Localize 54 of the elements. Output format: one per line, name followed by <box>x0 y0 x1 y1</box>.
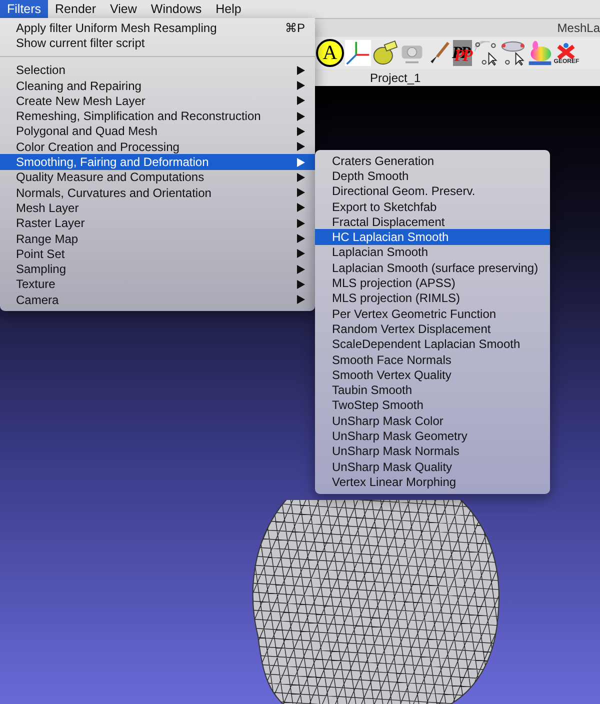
menu-bar-item[interactable]: Render <box>48 0 104 18</box>
menu-item[interactable]: Craters Generation <box>315 153 550 168</box>
menu-item[interactable]: Texture <box>0 276 315 292</box>
menu-item[interactable]: Smooth Face Normals <box>315 352 550 368</box>
menu-item[interactable]: Per Vertex Geometric Function <box>315 306 550 322</box>
menu-bar-item[interactable]: Windows <box>144 0 209 18</box>
menu-item[interactable]: Create New Mesh Layer <box>0 93 315 108</box>
menu-item[interactable]: Taubin Smooth <box>315 382 550 398</box>
menu-item[interactable]: TwoStep Smooth <box>315 398 550 414</box>
menu-item[interactable]: UnSharp Mask Color <box>315 413 550 428</box>
menu-bar-item[interactable]: Filters <box>0 0 48 18</box>
letter-circle-icon[interactable]: A <box>316 39 344 67</box>
menu-item[interactable]: Show current filter script <box>0 35 315 51</box>
menu-item[interactable]: Vertex Linear Morphing <box>315 474 550 490</box>
menu-item[interactable]: Raster Layer <box>0 216 315 231</box>
menu-item[interactable]: MLS projection (RIMLS) <box>315 290 550 306</box>
rainbow-bunny-icon[interactable] <box>526 40 553 66</box>
window-title: MeshLa <box>557 21 600 37</box>
menu-item[interactable]: Normals, Curvatures and Orientation <box>0 184 315 200</box>
menu-item[interactable]: Depth Smooth <box>315 168 550 184</box>
menu-item[interactable]: Directional Geom. Preserv. <box>315 184 550 199</box>
project-tab[interactable]: Project_1 <box>370 69 421 86</box>
menu-bar-item[interactable]: View <box>103 0 144 18</box>
menu-item[interactable]: Smooth Vertex Quality <box>315 367 550 382</box>
menu-item[interactable]: ScaleDependent Laplacian Smooth <box>315 336 550 352</box>
menu-item[interactable]: Polygonal and Quad Mesh <box>0 124 315 140</box>
menu-item[interactable]: Sampling <box>0 261 315 277</box>
point-picking-icon[interactable] <box>472 40 499 66</box>
menu-item[interactable]: Cleaning and Repairing <box>0 78 315 94</box>
menu-bar-item[interactable]: Help <box>208 0 248 18</box>
menu-item[interactable]: UnSharp Mask Quality <box>315 458 550 474</box>
menu-item[interactable]: Smoothing, Fairing and Deformation <box>0 154 315 170</box>
tape-measure-icon[interactable] <box>372 40 398 66</box>
menu-item[interactable]: HC Laplacian Smooth <box>315 229 550 245</box>
menu-item[interactable]: Fractal Displacement <box>315 214 550 230</box>
menu-item[interactable]: Camera <box>0 292 315 308</box>
menu-item[interactable]: Apply filter Uniform Mesh Resampling ⌘P <box>0 20 315 36</box>
menu-item[interactable]: Mesh Layer <box>0 200 315 216</box>
menu-item[interactable]: Random Vertex Displacement <box>315 321 550 337</box>
cross-pin-icon <box>556 42 576 58</box>
menu-item[interactable]: MLS projection (APSS) <box>315 275 550 291</box>
menu-item[interactable]: Color Creation and Processing <box>0 139 315 154</box>
menu-item[interactable]: Export to Sketchfab <box>315 198 550 214</box>
menu-item[interactable]: Laplacian Smooth (surface preserving) <box>315 260 550 276</box>
menu-item[interactable]: UnSharp Mask Normals <box>315 444 550 459</box>
menu-item[interactable]: Range Map <box>0 230 315 246</box>
menu-item[interactable]: Laplacian Smooth <box>315 244 550 260</box>
menu-item[interactable]: Remeshing, Simplification and Reconstruction <box>0 108 315 124</box>
menu-item[interactable]: Selection <box>0 62 315 78</box>
axes-icon[interactable] <box>345 40 371 66</box>
menu-item[interactable]: Quality Measure and Computations <box>0 170 315 185</box>
menu-item[interactable]: UnSharp Mask Geometry <box>315 428 550 444</box>
menu-item[interactable]: Point Set <box>0 246 315 262</box>
point-picking-icon[interactable] <box>500 40 526 66</box>
